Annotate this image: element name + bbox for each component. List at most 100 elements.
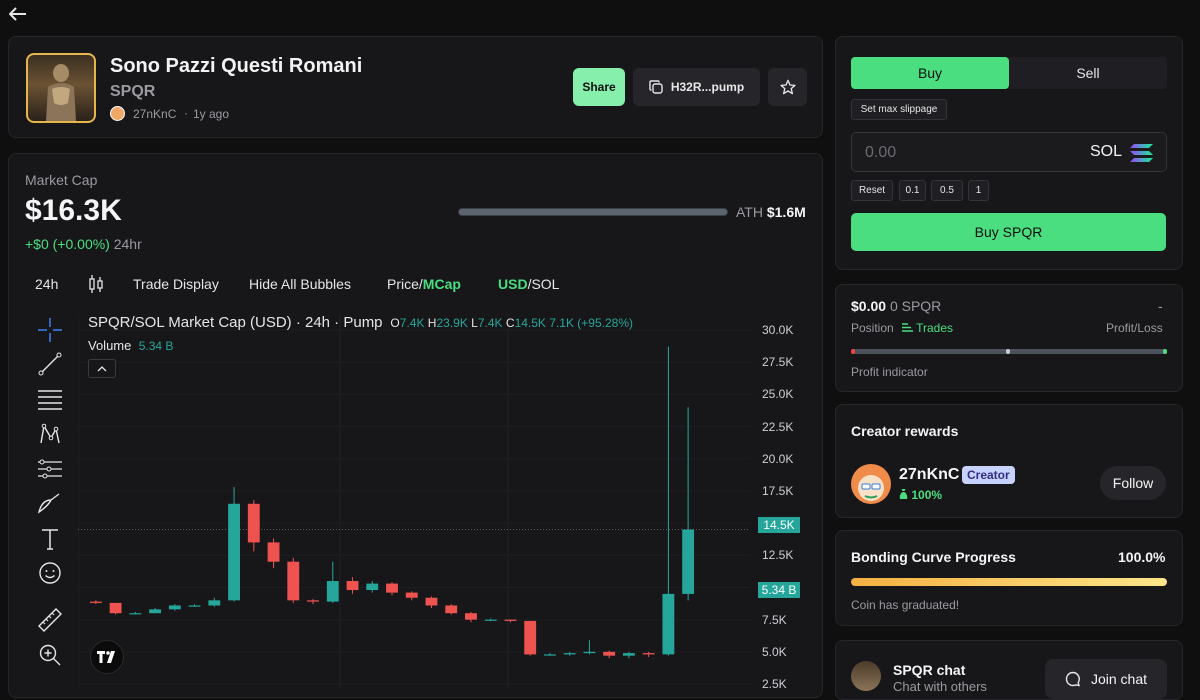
crosshair-icon — [38, 318, 62, 342]
collapse-legend-button[interactable] — [88, 359, 116, 378]
ohlc-change: 7.1K (+95.28%) — [549, 316, 633, 330]
token-address: H32R...pump — [670, 80, 745, 94]
arrow-left-icon — [9, 7, 26, 21]
forecast-icon — [38, 459, 62, 479]
bonding-progress-fill — [851, 578, 1167, 586]
candle-body — [346, 581, 359, 591]
bag-icon — [899, 489, 908, 499]
pattern-tool[interactable] — [36, 420, 64, 448]
price-mcap-toggle[interactable]: Price/MCap — [387, 276, 461, 292]
bonding-title: Bonding Curve Progress — [851, 549, 1016, 565]
creator-rewards-title: Creator rewards — [851, 423, 959, 439]
candle-body — [208, 600, 221, 606]
candle-body — [682, 529, 695, 594]
chat-title: SPQR chat — [893, 662, 966, 678]
change-value: +$0 (+0.00%) — [25, 236, 110, 252]
join-chat-button[interactable]: Join chat — [1045, 659, 1167, 699]
market-cap-change: +$0 (+0.00%) 24hr — [25, 236, 142, 252]
text-tool[interactable] — [36, 525, 64, 553]
creator-avatar — [110, 106, 125, 121]
hide-bubbles-button[interactable]: Hide All Bubbles — [249, 276, 351, 292]
ruler-tool[interactable] — [36, 606, 64, 634]
y-tick-label: 5.0K — [762, 644, 787, 659]
candle-body — [109, 602, 122, 614]
candle-body — [228, 503, 240, 601]
buy-token-button[interactable]: Buy SPQR — [851, 213, 1166, 251]
candle-type-button[interactable] — [88, 275, 104, 298]
token-avatar — [26, 53, 96, 123]
copy-icon — [649, 80, 663, 94]
brush-icon — [37, 493, 60, 514]
preset-1[interactable]: 1 — [968, 180, 989, 201]
brush-tool[interactable] — [36, 490, 64, 518]
candle-body — [504, 619, 517, 621]
interval-button[interactable]: 24h — [35, 276, 58, 292]
sell-tab[interactable]: Sell — [1009, 57, 1167, 89]
solana-icon — [1130, 144, 1153, 162]
trades-link[interactable]: Trades — [902, 321, 953, 335]
mcap-option: MCap — [422, 276, 461, 292]
buy-tab[interactable]: Buy — [851, 57, 1009, 89]
pnl-label: Profit/Loss — [1106, 321, 1163, 335]
change-period: 24hr — [113, 236, 142, 252]
chat-card: SPQR chat Chat with others Join chat — [835, 640, 1183, 700]
profit-marker — [1163, 349, 1167, 354]
emoji-tool[interactable] — [36, 559, 64, 587]
candle-body — [484, 619, 497, 621]
price-option: Price/ — [387, 276, 423, 292]
usd-sol-toggle[interactable]: USD/SOL — [498, 276, 559, 292]
candle-body — [386, 583, 398, 593]
candle-body — [563, 653, 576, 655]
slippage-button[interactable]: Set max slippage — [851, 99, 947, 120]
amount-placeholder: 0.00 — [865, 144, 897, 161]
back-button[interactable] — [6, 4, 30, 24]
creator-name[interactable]: 27nKnC — [133, 107, 176, 121]
reset-chip[interactable]: Reset — [851, 180, 893, 201]
copy-address-button[interactable]: H32R...pump — [633, 68, 760, 106]
price-chart[interactable] — [78, 314, 798, 688]
neutral-marker — [1006, 349, 1010, 354]
y-tick-label: 27.5K — [762, 355, 794, 370]
y-tick-label: 7.5K — [762, 612, 787, 627]
candle-body — [445, 605, 458, 614]
candle-body — [366, 583, 379, 591]
candle-body — [583, 651, 596, 654]
creator-badge: Creator — [962, 466, 1015, 484]
position-summary: $0.00 0 SPQR — [851, 298, 941, 314]
forecast-tool[interactable] — [36, 455, 64, 483]
pattern-icon — [40, 423, 60, 444]
fib-tool[interactable] — [36, 385, 64, 413]
candle-body — [405, 592, 418, 598]
preset-0-1[interactable]: 0.1 — [899, 180, 926, 201]
position-amount: 0 SPQR — [889, 298, 942, 314]
currency-label: SOL — [1090, 143, 1123, 160]
trend-line-tool[interactable] — [36, 350, 64, 378]
zoom-tool[interactable] — [36, 641, 64, 669]
amount-input[interactable]: 0.00 SOL — [851, 132, 1167, 172]
candle-body — [544, 654, 556, 656]
preset-0-5[interactable]: 0.5 — [931, 180, 963, 201]
tradingview-logo[interactable] — [90, 640, 124, 674]
candle-body — [524, 620, 537, 655]
position-label: Position — [851, 321, 894, 335]
y-tick-label: 17.5K — [762, 483, 794, 498]
tradingview-icon — [97, 651, 115, 663]
ruler-icon — [38, 608, 62, 632]
high-value: 23.9K — [436, 316, 468, 330]
last-price-tag: 14.5K — [758, 517, 800, 533]
share-button[interactable]: Share — [573, 68, 625, 106]
bonding-status: Coin has graduated! — [851, 598, 960, 612]
position-card: $0.00 0 SPQR - Position Trades Profit/Lo… — [835, 284, 1183, 392]
chat-bubble-icon — [1065, 671, 1080, 687]
candle-body — [622, 653, 635, 656]
token-age: 1y ago — [193, 107, 230, 121]
crosshair-tool[interactable] — [36, 316, 64, 344]
token-header-card: Sono Pazzi Questi Romani SPQR 27nKnC · 1… — [8, 36, 823, 138]
candle-body — [642, 653, 655, 655]
ath-label: ATH $1.6M — [736, 204, 806, 220]
trade-display-button[interactable]: Trade Display — [133, 276, 219, 292]
bonding-percent: 100.0% — [1118, 549, 1166, 565]
follow-button[interactable]: Follow — [1100, 466, 1166, 500]
favorite-button[interactable] — [768, 68, 807, 106]
creator-reward-name[interactable]: 27nKnC — [899, 466, 959, 484]
